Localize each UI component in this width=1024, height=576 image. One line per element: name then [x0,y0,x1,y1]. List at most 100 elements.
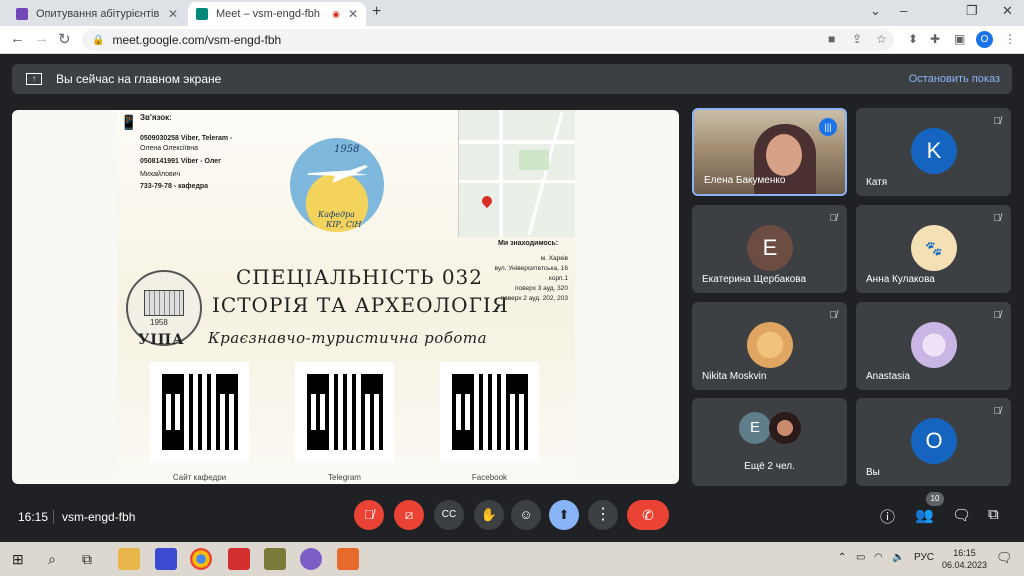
location-title: Ми знаходимось: [498,240,559,247]
raise-hand-button[interactable]: ✋ [474,500,504,530]
menu-icon[interactable]: ⋮ [1004,32,1016,46]
meeting-controls: 16:15 vsm-engd-fbh 🎙̸ ⧄ CC ✋ ☺ ⬆ ⋮ ✆ ⓘ 👥… [0,492,1024,542]
app-icon[interactable] [264,548,286,570]
participant-tile[interactable]: 🎙̸ E Екатерина Щербакова [692,205,847,293]
close-tab-icon[interactable]: ✕ [348,7,358,21]
tab-survey[interactable]: Опитування абітурієнтів ✕ [8,2,186,26]
participant-name: Катя [866,177,888,188]
university-name: УІПА [138,332,185,348]
present-screen-icon: ↑ [26,73,42,85]
battery-icon[interactable]: ▭ [856,552,865,563]
reactions-button[interactable]: ☺ [511,500,541,530]
network-icon[interactable]: ◠ [874,552,883,563]
system-date: 06.04.2023 [942,560,988,570]
qr-code-icon [162,374,238,450]
participant-tile-self[interactable]: 🎙̸ O Вы [856,398,1011,486]
shared-screen: 📱 Зв'язок: 0509030258 Viber, Teleram - О… [12,110,679,484]
search-icon[interactable]: ⌕ [48,551,56,568]
viber-icon[interactable] [300,548,322,570]
camera-toggle-button[interactable]: ⧄ [394,500,424,530]
close-window-button[interactable]: ✕ [1002,3,1013,19]
more-options-button[interactable]: ⋮ [588,500,618,530]
mic-off-icon: 🎙̸ [993,406,1002,417]
qr-code-icon [307,374,383,450]
chat-icon[interactable]: 🗨 [952,506,971,524]
forms-icon [16,8,28,20]
captions-button[interactable]: CC [434,500,464,530]
participant-count-badge: 10 [926,492,944,506]
slide: 📱 Зв'язок: 0509030258 Viber, Teleram - О… [118,110,575,484]
system-time: 16:15 [953,548,976,558]
back-icon[interactable]: ← [10,30,25,47]
task-view-icon[interactable]: ⧉ [82,551,92,568]
chrome-icon[interactable] [190,548,212,570]
slide-heading: СПЕЦІАЛЬНІСТЬ 032 [236,265,483,289]
side-panel-icon[interactable]: ▣ [954,32,965,46]
participant-tile[interactable]: 🎙̸ Anastasia [856,302,1011,390]
people-icon[interactable]: 👥 [915,506,934,524]
share-icon[interactable]: ⇪ [852,32,862,46]
notifications-icon[interactable]: 🗨 [996,550,1013,566]
location-line: м. Харків [540,255,568,262]
windows-start-icon[interactable]: ⊞ [12,551,24,568]
contact-line: Михайлович [140,171,181,178]
volume-icon[interactable]: 🔈 [892,552,904,563]
save-app-icon[interactable] [155,548,177,570]
participant-tile-overflow[interactable]: E Ещё 2 чел. [692,398,847,486]
extensions-icon[interactable]: ✚ [930,32,940,46]
meeting-clock: 16:15 [18,510,49,524]
avatar [911,322,957,368]
avatar: E [747,225,793,271]
leave-call-button[interactable]: ✆ [627,500,669,530]
participant-name: Елена Бакуменко [704,175,786,186]
restore-button[interactable]: ❐ [966,3,978,19]
contact-line: Олена Олексіївна [140,145,199,152]
meet-icon [196,8,208,20]
vivaldi-icon[interactable] [228,548,250,570]
present-button[interactable]: ⬆ [549,500,579,530]
reload-icon[interactable]: ↻ [58,30,71,48]
minimize-button[interactable]: – [900,3,907,18]
qr-code-website [150,362,249,463]
mic-toggle-button[interactable]: 🎙̸ [354,500,384,530]
contact-line: 0509030258 Viber, Teleram - [140,135,233,142]
file-explorer-icon[interactable] [118,548,140,570]
lock-icon[interactable]: 🔒 [92,35,104,46]
mic-off-icon: 🎙̸ [993,213,1002,224]
tab-meet[interactable]: Meet – vsm-engd-fbh ◉ ✕ [188,2,366,26]
windows-taskbar: ⊞ ⌕ ⧉ ⌃ ▭ ◠ 🔈 РУС 16:15 06.04.2023 🗨 [0,542,1024,576]
url-text: meet.google.com/vsm-engd-fbh [112,33,282,47]
pin-extension-icon[interactable]: ⬍ [908,32,918,46]
bookmark-star-icon[interactable]: ☆ [876,32,887,46]
participant-tile[interactable]: ||| Елена Бакуменко [692,108,847,196]
slide-heading: ІСТОРІЯ ТА АРХЕОЛОГІЯ [212,293,509,317]
media-player-icon[interactable] [337,548,359,570]
close-tab-icon[interactable]: ✕ [168,7,178,21]
language-indicator[interactable]: РУС [914,552,934,563]
participant-tile[interactable]: 🎙̸ K Катя [856,108,1011,196]
forward-icon[interactable]: → [34,30,49,47]
meeting-info-icon[interactable]: ⓘ [880,506,895,527]
camera-icon[interactable]: ■ [828,32,835,46]
tab-search-icon[interactable]: ⌄ [870,3,881,19]
profile-avatar[interactable]: O [976,31,993,48]
participant-tile[interactable]: 🎙̸ 🐾 Анна Кулакова [856,205,1011,293]
qr-code-icon [452,374,528,450]
new-tab-button[interactable]: + [372,3,381,21]
system-clock[interactable]: 16:15 06.04.2023 [942,547,987,571]
avatar: O [911,418,957,464]
participant-tile[interactable]: 🎙̸ Nikita Moskvin [692,302,847,390]
participant-name: Anastasia [866,371,910,382]
divider [53,510,54,524]
activities-icon[interactable]: ⧉ [988,506,999,523]
presenting-banner: ↑ Вы сейчас на главном экране Остановить… [12,64,1012,94]
slide-subheading: Краєзнавчо-туристична робота [208,329,488,347]
stop-sharing-button[interactable]: Остановить показ [909,73,1000,85]
meeting-code: vsm-engd-fbh [62,510,136,524]
qr-label: Сайт кафедри [172,473,227,482]
address-bar[interactable]: 🔒 meet.google.com/vsm-engd-fbh [82,29,894,51]
avatar [769,412,801,444]
mic-off-icon: 🎙̸ [829,310,838,321]
show-hidden-icons[interactable]: ⌃ [838,552,846,563]
mic-off-icon: 🎙̸ [993,310,1002,321]
